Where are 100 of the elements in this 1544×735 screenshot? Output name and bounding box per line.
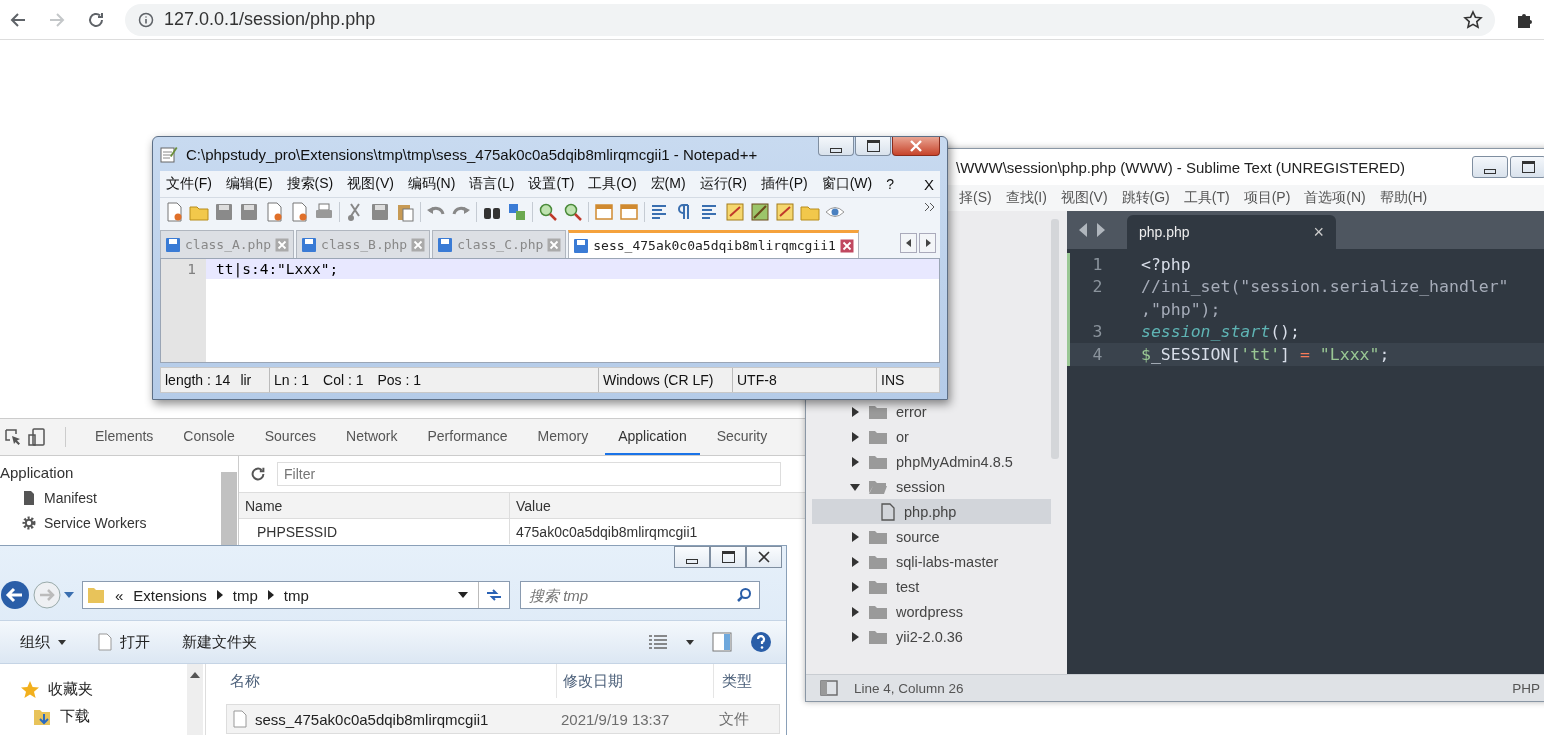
tree-item[interactable]: test bbox=[812, 574, 1051, 599]
menu-item[interactable]: 文件(F) bbox=[166, 175, 212, 193]
note-icon[interactable] bbox=[725, 202, 745, 222]
devtools-tab[interactable]: Memory bbox=[524, 419, 602, 455]
refresh-icon[interactable] bbox=[249, 465, 267, 483]
more-chevron-icon[interactable] bbox=[924, 202, 936, 212]
menu-item[interactable]: ? bbox=[886, 176, 895, 192]
inspect-cursor-icon[interactable] bbox=[3, 427, 23, 447]
collapsed-triangle-icon[interactable] bbox=[850, 456, 860, 467]
menu-item[interactable]: 项目(P) bbox=[1243, 189, 1291, 207]
devtools-tab[interactable]: Console bbox=[170, 419, 248, 455]
sidebar-item[interactable]: Manifest bbox=[0, 485, 220, 510]
menu-item[interactable]: 运行(R) bbox=[699, 175, 747, 193]
menu-item[interactable]: 工具(O) bbox=[588, 175, 637, 193]
toolbar-button[interactable]: 新建文件夹 bbox=[182, 632, 257, 652]
tree-item[interactable]: wordpress bbox=[812, 599, 1051, 624]
address-field[interactable]: « Extensions tmp tmp bbox=[82, 581, 510, 609]
column-header[interactable]: 类型 bbox=[714, 664, 752, 698]
device-toolbar-icon[interactable] bbox=[27, 427, 47, 447]
close-button[interactable] bbox=[892, 137, 940, 156]
collapsed-triangle-icon[interactable] bbox=[850, 581, 860, 592]
menu-item[interactable]: 查找(I) bbox=[1005, 189, 1047, 207]
close-document-button[interactable]: X bbox=[924, 176, 934, 193]
breadcrumb-item[interactable]: Extensions bbox=[133, 586, 207, 604]
menu-item[interactable]: 帮助(H) bbox=[1379, 189, 1428, 207]
scroll-left-button[interactable] bbox=[900, 233, 917, 253]
maximize-button[interactable] bbox=[855, 137, 891, 156]
view-list-icon[interactable] bbox=[648, 634, 668, 650]
menu-item[interactable]: 窗口(W) bbox=[821, 175, 873, 193]
menu-item[interactable]: 编辑(E) bbox=[225, 175, 273, 193]
collapsed-triangle-icon[interactable] bbox=[850, 406, 860, 417]
scrollbar[interactable] bbox=[187, 664, 203, 735]
menu-item[interactable]: 首选项(N) bbox=[1304, 189, 1366, 207]
menu-item[interactable]: 插件(P) bbox=[761, 175, 808, 193]
breadcrumb-item[interactable]: tmp bbox=[232, 586, 258, 604]
magnifier-icon[interactable] bbox=[538, 202, 558, 222]
nav-item[interactable]: 收藏夹 bbox=[0, 676, 187, 703]
page-icon[interactable] bbox=[264, 202, 284, 222]
map-icon[interactable] bbox=[750, 202, 770, 222]
expanded-triangle-icon[interactable] bbox=[850, 481, 860, 492]
scrollbar[interactable] bbox=[1051, 219, 1059, 459]
note-icon[interactable] bbox=[775, 202, 795, 222]
menu-item[interactable]: 视图(V) bbox=[1060, 189, 1108, 207]
devtools-tab[interactable]: Performance bbox=[414, 419, 521, 455]
breadcrumb-arrow-icon[interactable] bbox=[216, 590, 223, 600]
column-header[interactable]: 修改日期 bbox=[557, 664, 714, 698]
tree-item[interactable]: phpMyAdmin4.8.5 bbox=[812, 449, 1051, 474]
filter-field[interactable]: Filter bbox=[277, 462, 781, 486]
syntax-label[interactable]: PHP bbox=[1512, 680, 1544, 696]
toolbar-button[interactable]: 组织 bbox=[20, 632, 66, 652]
window-icon[interactable] bbox=[594, 202, 614, 222]
toolbar-button[interactable]: 打开 bbox=[98, 632, 150, 652]
maximize-button[interactable] bbox=[710, 546, 746, 568]
collapsed-triangle-icon[interactable] bbox=[850, 606, 860, 617]
column-header[interactable]: 名称 bbox=[206, 664, 557, 698]
menu-item[interactable]: 宏(M) bbox=[650, 175, 686, 193]
collapsed-triangle-icon[interactable] bbox=[850, 556, 860, 567]
collapsed-triangle-icon[interactable] bbox=[850, 531, 860, 542]
tree-item[interactable]: source bbox=[812, 524, 1051, 549]
close-button[interactable] bbox=[746, 546, 782, 568]
replace-icon[interactable] bbox=[507, 202, 527, 222]
menu-item[interactable]: 工具(T) bbox=[1183, 189, 1230, 207]
sidebar-toggle-icon[interactable] bbox=[820, 680, 838, 696]
tree-item[interactable]: php.php bbox=[812, 499, 1051, 524]
column-header[interactable]: Value bbox=[510, 497, 551, 514]
tree-item[interactable]: or bbox=[812, 424, 1051, 449]
maximize-button[interactable] bbox=[1510, 156, 1544, 178]
minimize-button[interactable] bbox=[1472, 156, 1508, 178]
column-header[interactable]: Name bbox=[239, 493, 510, 518]
info-icon[interactable] bbox=[138, 11, 154, 28]
tab-arrows-icon[interactable] bbox=[1079, 223, 1105, 237]
file-row[interactable]: sess_475ak0c0a5dqib8mlirqmcgii1 2021/9/19 13:37 文件 bbox=[226, 704, 780, 734]
close-tab-icon[interactable] bbox=[839, 238, 854, 253]
star-icon[interactable] bbox=[1463, 9, 1483, 30]
sidebar-item[interactable]: Service Workers bbox=[0, 510, 220, 535]
scroll-right-button[interactable] bbox=[919, 233, 936, 253]
menu-item[interactable]: 视图(V) bbox=[347, 175, 394, 193]
menu-item[interactable]: 设置(T) bbox=[528, 175, 575, 193]
nav-item[interactable]: 下载 bbox=[0, 703, 187, 730]
help-icon[interactable] bbox=[750, 631, 772, 653]
tree-item[interactable]: sqli-labs-master bbox=[812, 549, 1051, 574]
magnifier-icon[interactable] bbox=[563, 202, 583, 222]
close-tab-button[interactable]: × bbox=[1313, 221, 1324, 243]
menu-item[interactable]: 搜索(S) bbox=[286, 175, 334, 193]
search-icon[interactable] bbox=[736, 587, 752, 603]
tree-item[interactable]: yii2-2.0.36 bbox=[812, 624, 1051, 649]
collapsed-triangle-icon[interactable] bbox=[850, 631, 860, 642]
menu-item[interactable]: 跳转(G) bbox=[1121, 189, 1170, 207]
up-triangle-icon[interactable] bbox=[190, 672, 200, 678]
dropdown-caret-icon[interactable] bbox=[458, 592, 468, 598]
page-icon[interactable] bbox=[289, 202, 309, 222]
window-icon[interactable] bbox=[619, 202, 639, 222]
document-tab[interactable]: sess_475ak0c0a5dqib8mlirqmcgii1 bbox=[568, 230, 859, 258]
page-icon[interactable] bbox=[164, 202, 184, 222]
minimize-button[interactable] bbox=[818, 137, 854, 156]
devtools-tab[interactable]: Security bbox=[703, 419, 781, 455]
clipboard-icon[interactable] bbox=[395, 202, 415, 222]
menu-item[interactable]: 编码(N) bbox=[407, 175, 456, 193]
devtools-tab[interactable]: Network bbox=[333, 419, 411, 455]
breadcrumb-item[interactable]: tmp bbox=[283, 586, 309, 604]
